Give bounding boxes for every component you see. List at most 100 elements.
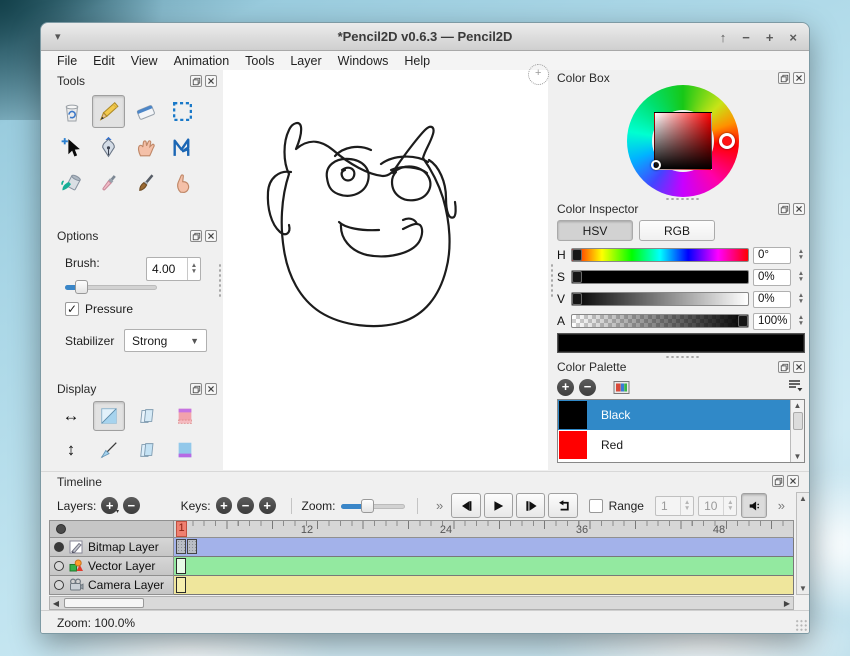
minimize-button[interactable]: − (742, 30, 750, 45)
add-layer-button[interactable]: +▾ (101, 497, 118, 514)
range-checkbox[interactable] (589, 499, 603, 513)
duplicate-key-button[interactable]: + (259, 497, 276, 514)
vector-layer-lane[interactable] (174, 557, 794, 576)
float-panel-icon[interactable] (778, 361, 790, 373)
pressure-checkbox[interactable]: ✓ (65, 302, 79, 316)
alpha-slider-handle[interactable] (738, 315, 748, 327)
spinner-arrows-icon[interactable]: ▲▼ (187, 258, 200, 280)
saturation-slider-handle[interactable] (572, 271, 582, 283)
scroll-up-icon[interactable]: ▲ (799, 494, 807, 503)
spinner-arrows-icon[interactable]: ▲▼ (795, 293, 807, 305)
onion-next-color-button[interactable] (169, 435, 201, 465)
add-color-button[interactable]: + (557, 379, 574, 396)
close-button[interactable]: × (789, 30, 797, 45)
scroll-up-icon[interactable]: ▲ (794, 401, 802, 410)
play-button[interactable] (484, 493, 513, 518)
float-panel-icon[interactable] (772, 475, 784, 487)
brush-size-slider[interactable] (65, 280, 157, 294)
hue-slider[interactable] (571, 248, 749, 262)
close-panel-icon[interactable] (793, 72, 805, 84)
mirror-y-button[interactable] (93, 435, 125, 465)
saturation-spinbox[interactable]: 0% (753, 269, 791, 286)
pencil-tool-button[interactable] (92, 95, 125, 128)
keyframe[interactable] (176, 539, 186, 554)
hue-slider-handle[interactable] (572, 249, 582, 261)
close-panel-icon[interactable] (793, 203, 805, 215)
frame-ruler[interactable]: 1 12 24 36 48 (174, 520, 794, 538)
maximize-button[interactable]: + (766, 30, 774, 45)
layer-visibility-toggle[interactable] (54, 542, 64, 552)
float-panel-icon[interactable] (190, 230, 202, 242)
value-slider-handle[interactable] (572, 293, 582, 305)
close-panel-icon[interactable] (205, 75, 217, 87)
add-key-button[interactable]: + (216, 497, 233, 514)
camera-layer-lane[interactable] (174, 576, 794, 595)
layer-visibility-toggle[interactable] (54, 561, 64, 571)
float-panel-icon[interactable] (778, 72, 790, 84)
range-start-spinbox[interactable]: 1 ▲▼ (655, 496, 694, 516)
tab-hsv[interactable]: HSV (557, 220, 633, 241)
timeline-zoom-slider[interactable] (341, 499, 406, 513)
palette-list-menu-button[interactable] (788, 379, 803, 395)
color-wheel[interactable] (627, 85, 739, 197)
shade-button[interactable]: ↑ (720, 30, 727, 45)
drawing-canvas[interactable] (223, 70, 548, 470)
menu-view[interactable]: View (123, 52, 166, 70)
range-end-spinbox[interactable]: 10 ▲▼ (698, 496, 737, 516)
hue-selector[interactable] (719, 133, 735, 149)
keyframe[interactable] (176, 577, 186, 593)
loop-button[interactable] (548, 493, 577, 518)
stabilizer-dropdown[interactable]: Strong ▼ (124, 329, 207, 352)
mirror-x-button[interactable] (93, 401, 125, 431)
bitmap-layer-lane[interactable] (174, 538, 794, 557)
alpha-slider[interactable] (571, 314, 749, 328)
value-slider[interactable] (571, 292, 749, 306)
close-panel-icon[interactable] (793, 361, 805, 373)
hue-spinbox[interactable]: 0° (753, 247, 791, 264)
float-panel-icon[interactable] (190, 75, 202, 87)
polyline-tool-button[interactable] (166, 131, 199, 164)
scrollbar-thumb[interactable] (793, 412, 803, 430)
flip-horizontal-button[interactable]: ↔ (55, 401, 87, 431)
next-frame-button[interactable] (516, 493, 545, 518)
brush-tool-button[interactable] (129, 167, 162, 200)
eraser-tool-button[interactable] (129, 95, 162, 128)
bucket-tool-button[interactable] (55, 167, 88, 200)
prev-frame-button[interactable] (451, 493, 480, 518)
layer-visibility-toggle[interactable] (54, 580, 64, 590)
scroll-down-icon[interactable]: ▼ (799, 584, 807, 593)
timeline-vertical-scrollbar[interactable]: ▲ ▼ (796, 492, 810, 595)
palette-image-button[interactable] (613, 380, 630, 395)
vector-layer-row[interactable]: Vector Layer (49, 557, 794, 576)
remove-color-button[interactable]: − (579, 379, 596, 396)
remove-key-button[interactable]: − (237, 497, 254, 514)
remove-layer-button[interactable]: − (123, 497, 140, 514)
menu-edit[interactable]: Edit (85, 52, 123, 70)
menu-animation[interactable]: Animation (166, 52, 238, 70)
camera-layer-row[interactable]: Camera Layer (49, 576, 794, 595)
titlebar[interactable]: ▾ *Pencil2D v0.6.3 — Pencil2D ↑ − + × (41, 23, 809, 51)
close-panel-icon[interactable] (205, 230, 217, 242)
spinner-arrows-icon[interactable]: ▲▼ (795, 271, 807, 283)
timeline-ruler[interactable]: 1 12 24 36 48 (49, 520, 794, 538)
menu-file[interactable]: File (49, 52, 85, 70)
brush-slider-handle[interactable] (75, 280, 88, 294)
scrollbar-thumb[interactable] (64, 598, 144, 608)
overflow-left-icon[interactable]: » (436, 498, 443, 513)
brush-size-spinbox[interactable]: 4.00 ▲▼ (146, 257, 201, 281)
onion-skin-next-button[interactable] (131, 435, 163, 465)
palette-swatch-black[interactable]: Black (558, 400, 804, 430)
pen-tool-button[interactable] (92, 131, 125, 164)
close-panel-icon[interactable] (787, 475, 799, 487)
layer-visibility-header-icon[interactable] (56, 524, 66, 534)
onion-skin-prev-button[interactable] (131, 401, 163, 431)
resize-grip[interactable] (795, 619, 808, 632)
smudge-tool-button[interactable] (166, 167, 199, 200)
menu-windows[interactable]: Windows (330, 52, 397, 70)
sound-button[interactable] (741, 493, 766, 518)
keyframe[interactable] (176, 558, 186, 574)
scroll-down-icon[interactable]: ▼ (794, 452, 802, 461)
spinner-arrows-icon[interactable]: ▲▼ (795, 249, 807, 261)
menu-layer[interactable]: Layer (282, 52, 329, 70)
clear-tool-button[interactable] (55, 95, 88, 128)
